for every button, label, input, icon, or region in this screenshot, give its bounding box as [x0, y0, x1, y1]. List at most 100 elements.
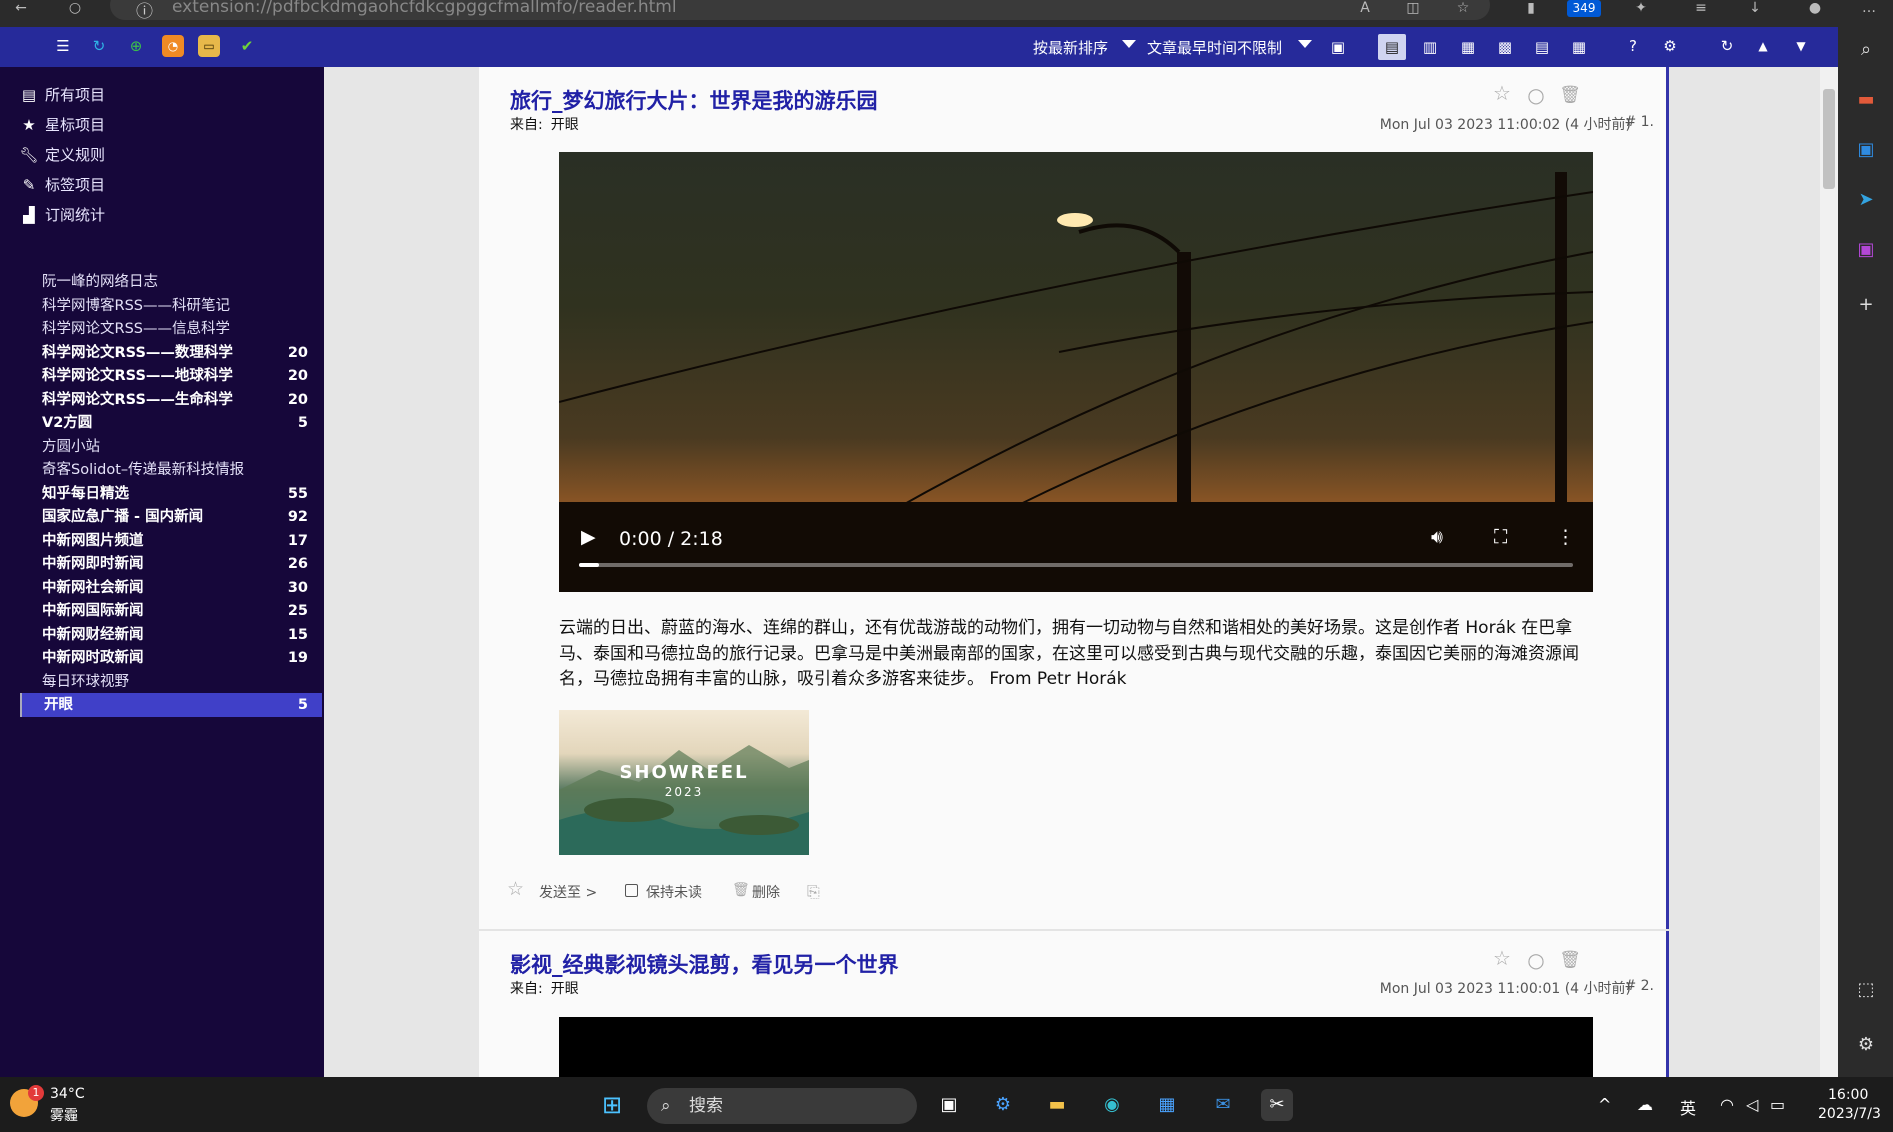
layout-card-icon[interactable]: ▦ [1565, 34, 1593, 60]
feed-item[interactable]: 科学网论文RSS——生命科学 20 [20, 388, 322, 412]
nav-tags[interactable]: ✎ 标签项目 [18, 171, 318, 199]
volume-icon[interactable]: ◁ [1746, 1095, 1758, 1114]
tray-overflow-icon[interactable]: ^ [1598, 1095, 1611, 1114]
more-options-icon[interactable]: ⋮ [1556, 526, 1575, 548]
download-icon[interactable]: ↓ [1744, 0, 1766, 16]
tools-icon[interactable]: ▬ [1853, 87, 1879, 113]
nav-stats[interactable]: ▟ 订阅统计 [18, 201, 318, 229]
video-progress[interactable] [579, 563, 1573, 567]
rss-icon[interactable]: ◔ [162, 35, 184, 57]
layout-columns-icon[interactable]: ▥ [1416, 34, 1444, 60]
nav-starred[interactable]: ★ 星标项目 [18, 111, 318, 139]
layout-split-icon[interactable]: ▦ [1454, 34, 1482, 60]
settings-app-icon[interactable]: ⚙ [987, 1089, 1019, 1121]
feed-item[interactable]: 奇客Solidot–传递最新科技情报 [20, 458, 322, 482]
star-icon[interactable]: ☆ [1491, 82, 1513, 104]
read-aloud-icon[interactable]: A [1354, 0, 1376, 16]
feed-item-selected[interactable]: 开眼 5 [20, 693, 322, 717]
mark-read-icon[interactable]: ✔ [236, 35, 258, 57]
delete-icon[interactable]: 🗑︎ [1559, 949, 1581, 971]
extension-icon[interactable]: ▮ [1520, 0, 1542, 16]
edge-icon[interactable]: ◉ [1096, 1089, 1128, 1121]
sort-dropdown-icon[interactable] [1122, 40, 1136, 48]
settings-icon[interactable]: ⚙ [1659, 35, 1681, 57]
layout-grid-icon[interactable]: ▩ [1491, 34, 1519, 60]
snipping-tool-icon[interactable]: ✂ [1261, 1089, 1293, 1121]
address-bar[interactable]: ⓘ extension://pdfbckdmgaohcfdkcgpggcfmal… [110, 0, 1490, 22]
article-title[interactable]: 旅行_梦幻旅行大片：世界是我的游乐园 [510, 85, 878, 115]
feed-item[interactable]: 方圆小站 [20, 435, 322, 459]
refresh-feeds-icon[interactable]: ↻ [88, 35, 110, 57]
split-screen-icon[interactable]: ◫ [1402, 0, 1424, 16]
feed-item[interactable]: 国家应急广播 - 国内新闻 92 [20, 505, 322, 529]
video-player[interactable]: ▶ 0:00 / 2:18 🔊︎ ⛶ ⋮ [559, 152, 1593, 592]
outlook-icon[interactable]: ▣ [1853, 137, 1879, 163]
ime-indicator[interactable]: 英 [1680, 1095, 1696, 1119]
time-filter-dropdown-icon[interactable] [1298, 40, 1312, 48]
article-title[interactable]: 影视_经典影视镜头混剪，看见另一个世界 [510, 949, 899, 979]
star-icon[interactable]: ☆ [1491, 947, 1513, 969]
battery-icon[interactable]: ▭ [1770, 1095, 1785, 1114]
send-to-button[interactable]: 发送至 > [539, 882, 597, 902]
feed-item[interactable]: 中新网财经新闻 15 [20, 623, 322, 647]
add-icon[interactable]: + [1853, 292, 1879, 318]
onenote-icon[interactable]: ▣ [1853, 237, 1879, 263]
feed-item[interactable]: 每日环球视野 [20, 670, 322, 694]
feed-item[interactable]: 阮一峰的网络日志 [20, 270, 322, 294]
feed-item[interactable]: 科学网论文RSS——信息科学 [20, 317, 322, 341]
delete-button[interactable]: 删除 [752, 882, 780, 902]
fullscreen-icon[interactable]: ⛶ [1494, 526, 1507, 548]
folder-icon[interactable]: ▭ [198, 35, 220, 57]
clock-date[interactable]: 2023/7/3 [1818, 1106, 1881, 1122]
start-icon[interactable]: ⊞ [596, 1089, 628, 1121]
info-icon[interactable]: ⓘ [136, 0, 153, 22]
feed-item[interactable]: 科学网博客RSS——科研笔记 [20, 294, 322, 318]
search-icon[interactable]: ⌕ [1853, 37, 1879, 63]
trash-icon[interactable]: 🗑︎ [732, 882, 750, 898]
sidebar-settings-icon[interactable]: ⚙ [1853, 1032, 1879, 1058]
play-icon[interactable]: ▶ [581, 526, 596, 548]
tag-icon[interactable]: ⎘ [807, 882, 820, 902]
unread-toggle-icon[interactable]: ○ [1525, 84, 1547, 106]
file-explorer-icon[interactable]: ▬ [1041, 1089, 1073, 1121]
scroll-down-icon[interactable]: ▼ [1790, 35, 1812, 57]
keep-unread-checkbox[interactable] [625, 884, 638, 897]
delete-icon[interactable]: 🗑︎ [1559, 84, 1581, 106]
time-filter-select[interactable]: 文章最早时间不限制 [1147, 37, 1282, 58]
feed-item[interactable]: 科学网论文RSS——地球科学 20 [20, 364, 322, 388]
feed-item[interactable]: 中新网社会新闻 30 [20, 576, 322, 600]
scrollbar[interactable] [1820, 67, 1838, 1077]
store-icon[interactable]: ▦ [1151, 1089, 1183, 1121]
feed-item[interactable]: V2方圆 5 [20, 411, 322, 435]
nav-rules[interactable]: 🔧︎ 定义规则 [18, 141, 318, 169]
screenshot-icon[interactable]: ⬚ [1853, 977, 1879, 1003]
video-player[interactable] [559, 1017, 1593, 1077]
scroll-thumb[interactable] [1823, 89, 1835, 189]
image-view-icon[interactable]: ▣ [1324, 34, 1352, 60]
collections-icon[interactable]: ≡ [1690, 0, 1712, 16]
favorite-icon[interactable]: ☆ [1452, 0, 1474, 16]
unread-toggle-icon[interactable]: ○ [1525, 949, 1547, 971]
more-icon[interactable]: … [1858, 0, 1880, 16]
extensions-icon[interactable]: ✦ [1630, 0, 1652, 16]
source-name[interactable]: 开眼 [551, 117, 579, 133]
clock-time[interactable]: 16:00 [1828, 1087, 1868, 1103]
back-icon[interactable]: ← [10, 0, 32, 16]
help-icon[interactable]: ? [1622, 35, 1644, 57]
telegram-icon[interactable]: ➤ [1853, 187, 1879, 213]
article-image[interactable]: SHOWREEL 2023 [559, 710, 809, 855]
menu-icon[interactable]: ☰ [52, 35, 74, 57]
task-view-icon[interactable]: ▣ [933, 1089, 965, 1121]
refresh-icon[interactable]: ○ [64, 0, 86, 16]
taskbar-search[interactable]: ⌕ 搜索 [647, 1088, 917, 1124]
profile-icon[interactable]: ● [1804, 0, 1826, 16]
feed-item[interactable]: 中新网时政新闻 19 [20, 646, 322, 670]
feed-item[interactable]: 中新网国际新闻 25 [20, 599, 322, 623]
mail-icon[interactable]: ✉ [1207, 1089, 1239, 1121]
nav-all-items[interactable]: ▤ 所有项目 [18, 81, 318, 109]
layout-table-icon[interactable]: ▤ [1528, 34, 1556, 60]
add-feed-icon[interactable]: ⊕ [125, 35, 147, 57]
feed-item[interactable]: 中新网即时新闻 26 [20, 552, 322, 576]
layout-list-icon[interactable]: ▤ [1378, 34, 1406, 60]
scroll-up-icon[interactable]: ▲ [1752, 35, 1774, 57]
